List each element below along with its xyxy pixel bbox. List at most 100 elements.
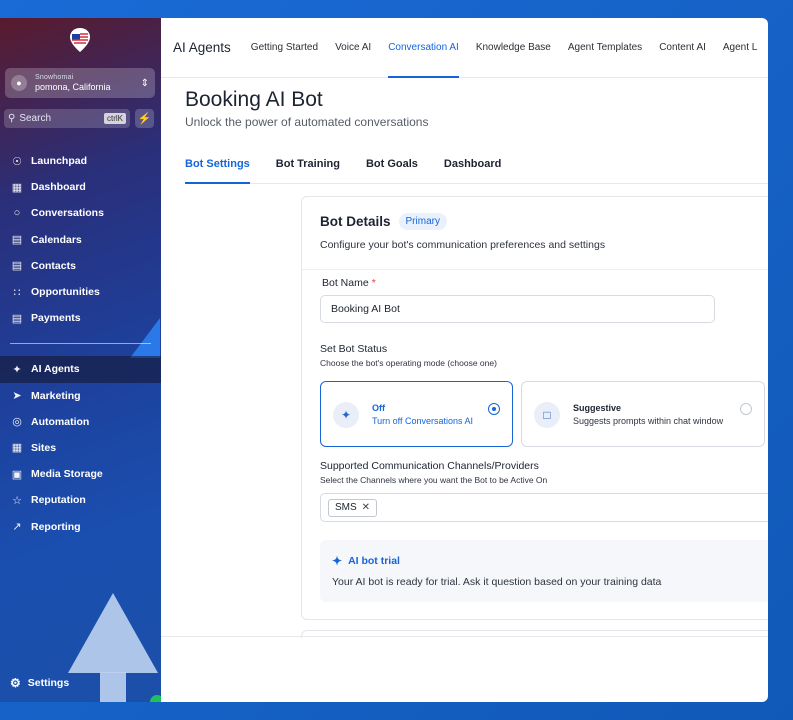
search-placeholder: Search [19,113,52,124]
remove-icon[interactable]: ✕ [362,502,370,513]
ai-bot-trial-panel: ✦ AI bot trial Your AI bot is ready for … [320,540,768,602]
bot-details-card: Bot Details Primary Configure your bot's… [301,196,768,620]
channel-chip-sms[interactable]: SMS ✕ [328,498,378,517]
page-title: Booking AI Bot [185,88,323,111]
sidebar-item-label: Conversations [31,207,104,220]
chat-icon: ○ [13,207,21,220]
location-city: pomona, California [35,82,111,92]
location-name: Snowhomai [35,74,74,81]
top-navigation: AI Agents Getting Started Voice AI Conve… [161,18,768,78]
location-icon: ● [11,75,27,91]
bolt-icon: ⚡ [137,113,152,125]
search-shortcut: ctrlK [104,113,126,124]
radio-suggestive[interactable] [740,403,752,415]
sidebar-item-label: Calendars [31,233,82,246]
sidebar-item-label: Dashboard [31,181,86,194]
tab-content-ai[interactable]: Content AI [659,18,706,78]
contacts-icon: ▤ [11,260,23,273]
sidebar-item-conversations[interactable]: ○ Conversations [0,200,161,226]
sidebar-item-label: Automation [31,415,90,428]
sidebar-nav: ☉ Launchpad ▦ Dashboard ○ Conversations ▤ Ca… [0,148,161,540]
chart-icon: ↗ [12,521,22,534]
radio-off[interactable] [488,403,500,415]
sidebar-item-reputation[interactable]: ☆ Reputation [0,487,161,513]
sidebar-item-sites[interactable]: ▦ Sites [0,435,161,461]
bot-tabs: Bot Settings Bot Training Bot Goals Dash… [185,158,768,184]
search-input[interactable]: ⚲ Search ctrlK [4,109,130,128]
status-option-suggestive[interactable]: □ Suggestive Suggests prompts within cha… [521,381,765,447]
sidebar-item-settings[interactable]: ⚙ Settings [10,676,69,690]
tab-bot-settings[interactable]: Bot Settings [185,158,250,184]
sidebar-item-dashboard[interactable]: ▦ Dashboard [0,174,161,200]
sparkle-icon: ✦ [332,554,343,568]
card-divider [302,269,768,270]
sidebar-item-calendars[interactable]: ▤ Calendars [0,227,161,253]
tab-bot-training[interactable]: Bot Training [276,158,340,184]
bot-name-label-text: Bot Name [322,277,369,289]
sidebar-divider [10,343,151,345]
chevron-updown-icon: ⇕ [140,77,149,89]
sidebar-item-media-storage[interactable]: ▣ Media Storage [0,461,161,487]
tab-agent-templates[interactable]: Agent Templates [568,18,642,78]
channels-select[interactable]: SMS ✕ [320,493,768,522]
option-title: Off [372,403,385,413]
sidebar-item-ai-agents[interactable]: ✦ AI Agents [0,356,161,383]
location-switcher[interactable]: ● Snowhomai pomona, California ⇕ [5,68,155,98]
sites-icon: ▦ [11,442,23,455]
sidebar-item-label: Reputation [31,494,86,507]
sidebar-item-automation[interactable]: ◎ Automation [0,409,161,435]
sidebar-item-opportunities[interactable]: ∷ Opportunities [0,279,161,305]
gear-icon: ⚙ [10,676,21,690]
image-icon: ▣ [11,468,23,481]
calendar-icon: ▤ [11,234,23,247]
quick-action-button[interactable]: ⚡ [135,109,154,128]
tab-conversation-ai[interactable]: Conversation AI [388,18,459,78]
automation-icon: ◎ [12,416,22,429]
sidebar-item-label: Sites [31,441,57,454]
rocket-icon: ☉ [12,155,22,168]
settings-label: Settings [27,677,70,689]
sidebar-item-marketing[interactable]: ➤ Marketing [0,383,161,409]
sidebar-item-launchpad[interactable]: ☉ Launchpad [0,148,161,174]
bot-status-label: Set Bot Status [320,343,388,355]
channels-label: Supported Communication Channels/Provide… [320,460,539,472]
decorative-arrow [68,593,158,673]
chip-label: SMS [335,502,357,513]
logo-icon [70,28,90,52]
sparkle-icon: ✦ [12,363,22,376]
bot-name-input[interactable]: Booking AI Bot [320,295,715,323]
trial-title: AI bot trial [348,555,400,567]
grid-icon: ▦ [11,181,23,194]
sidebar-item-label: Payments [31,312,81,325]
section-title: AI Agents [173,40,231,55]
sidebar-item-reporting[interactable]: ↗ Reporting [0,513,161,539]
next-card-edge [301,630,768,638]
required-marker: * [371,277,376,289]
card-description: Configure your bot's communication prefe… [320,239,606,251]
send-icon: ➤ [12,390,22,403]
status-option-off[interactable]: ✦ Off Turn off Conversations AI [320,381,513,447]
sidebar-item-payments[interactable]: ▤ Payments [0,305,161,331]
decorative-arrow-stem [100,672,126,702]
sidebar-item-label: Contacts [31,259,76,272]
primary-badge: Primary [398,213,447,230]
tab-getting-started[interactable]: Getting Started [251,18,318,78]
sidebar-item-contacts[interactable]: ▤ Contacts [0,253,161,279]
payments-icon: ▤ [11,312,23,325]
search-icon: ⚲ [8,113,16,124]
tab-voice-ai[interactable]: Voice AI [335,18,371,78]
chat-suggest-icon: □ [534,402,560,428]
sidebar: ● Snowhomai pomona, California ⇕ ⚲ Searc… [0,18,161,702]
bot-status-hint: Choose the bot's operating mode (choose … [320,358,497,368]
sidebar-item-label: Launchpad [31,155,88,168]
status-dot [150,695,161,702]
ai-off-icon: ✦ [333,402,359,428]
main-panel: AI Agents Getting Started Voice AI Conve… [161,18,768,702]
tab-agent-library[interactable]: Agent L [723,18,757,78]
tab-bot-goals[interactable]: Bot Goals [366,158,418,184]
card-title: Bot Details [320,214,391,229]
tab-dashboard[interactable]: Dashboard [444,158,501,184]
channels-hint: Select the Channels where you want the B… [320,475,548,485]
option-description: Turn off Conversations AI [372,416,474,426]
tab-knowledge-base[interactable]: Knowledge Base [476,18,551,78]
